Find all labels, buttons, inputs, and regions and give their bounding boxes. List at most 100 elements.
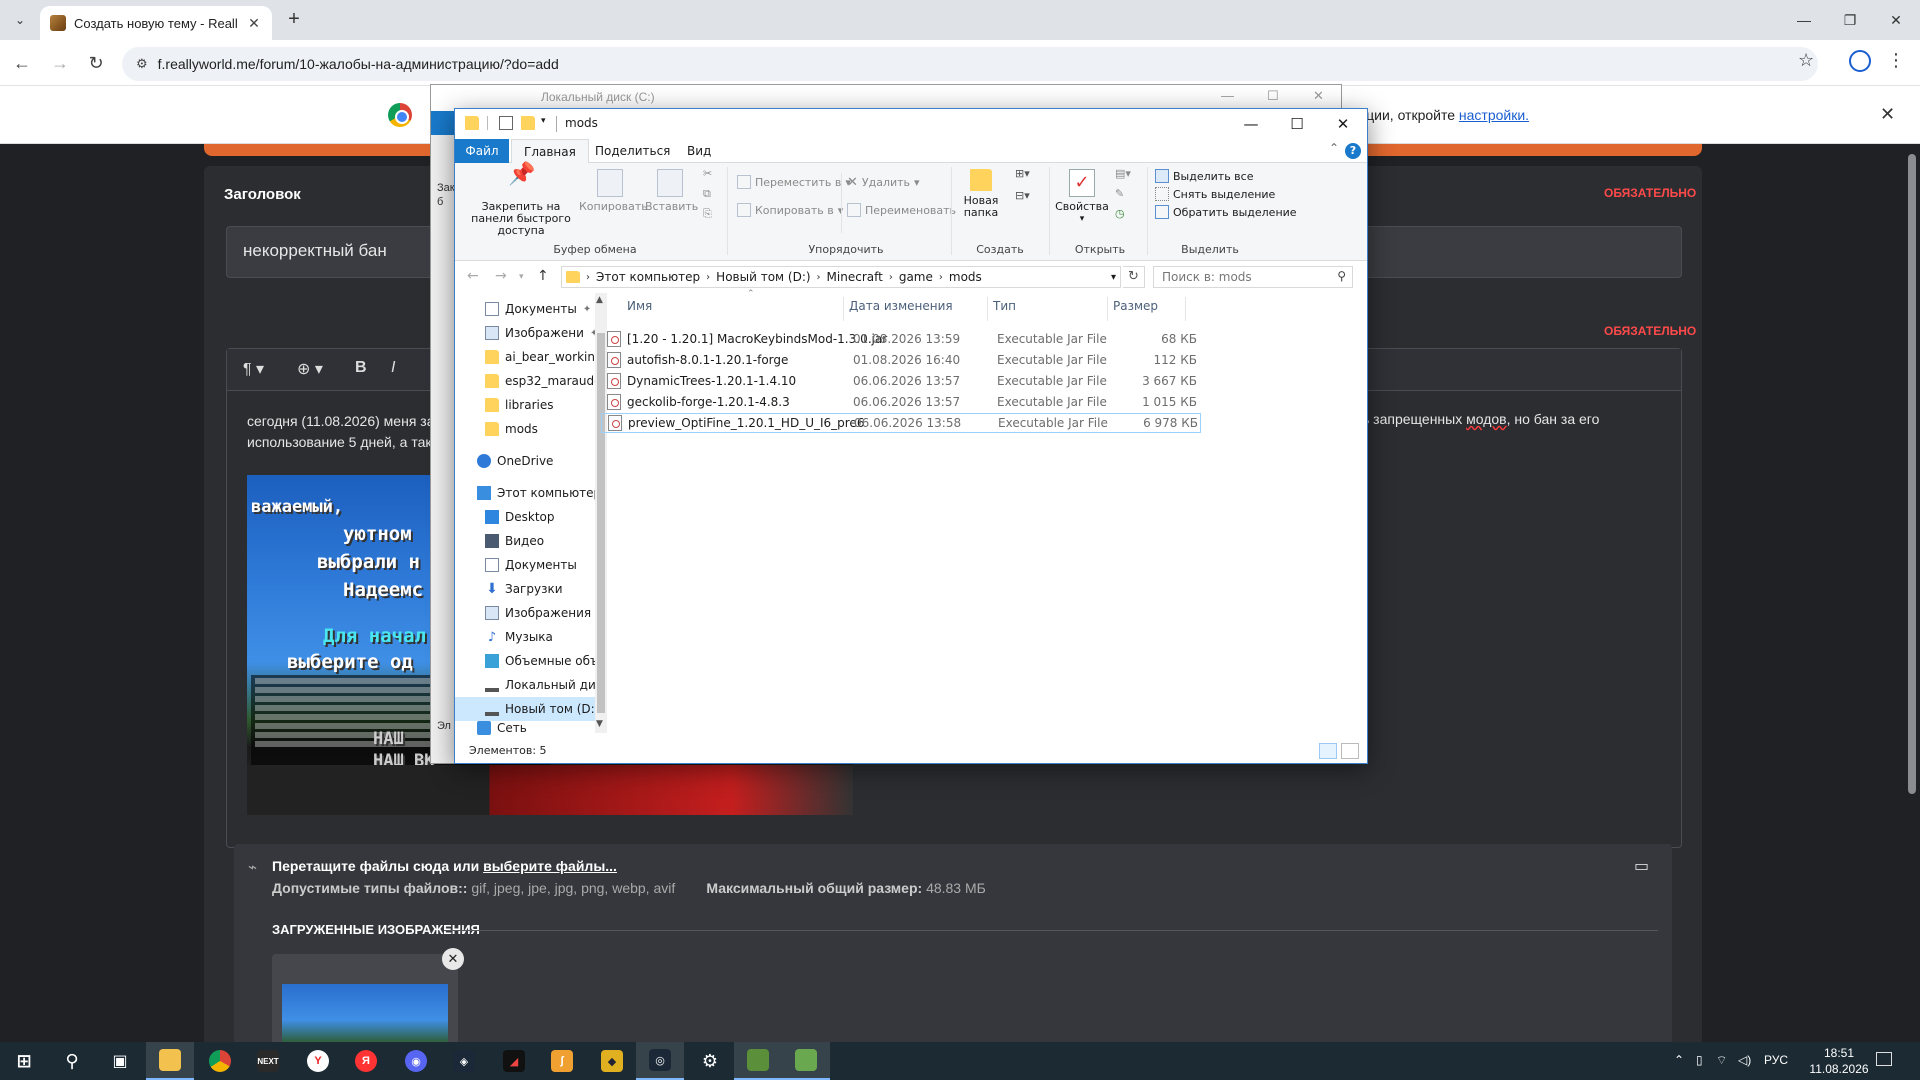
up-folder-icon[interactable]: ↑ (537, 268, 549, 284)
column-header-type[interactable]: Тип (993, 299, 1016, 313)
column-header-name[interactable]: Имя (627, 299, 652, 313)
taskbar-app[interactable]: ʃ (538, 1042, 586, 1080)
address-dropdown-icon[interactable]: ▾ (1111, 272, 1120, 283)
info-bar-settings-link[interactable]: настройки. (1459, 107, 1529, 123)
refresh-icon[interactable]: ↻ (1123, 266, 1145, 288)
taskbar-nekst[interactable]: NEXT (244, 1042, 292, 1080)
column-header-date[interactable]: Дата изменения (849, 299, 953, 313)
browser-tab-active[interactable]: Создать новую тему - ReallyW ✕ (40, 6, 272, 40)
nav-item-3d-objects[interactable]: Объемные объ (455, 649, 595, 673)
page-scrollbar[interactable] (1904, 144, 1920, 1042)
nav-item-new-volume-d[interactable]: Новый том (D:) (455, 697, 595, 721)
explorer-minimize-button[interactable]: — (1229, 113, 1273, 135)
nav-item-local-disk[interactable]: Локальный дис (455, 673, 595, 697)
nav-item-videos[interactable]: Видео (455, 529, 595, 553)
site-info-icon[interactable]: ⚙ (136, 56, 148, 72)
explorer-close-button[interactable]: ✕ (1321, 113, 1365, 135)
paste-shortcut-icon[interactable]: ⎘ (703, 207, 712, 221)
cut-icon[interactable]: ✂ (703, 167, 712, 180)
italic-icon[interactable]: I (391, 359, 395, 377)
breadcrumb-item[interactable]: game (899, 270, 933, 284)
tab-file[interactable]: Файл (455, 139, 509, 163)
info-bar-close-icon[interactable]: ✕ (1880, 104, 1895, 125)
taskbar-discord[interactable]: ◉ (392, 1042, 440, 1080)
edit-icon[interactable]: ✎ (1115, 187, 1124, 200)
select-all-button[interactable]: Выделить все (1155, 169, 1253, 183)
browser-menu-icon[interactable]: ⋮ (1887, 50, 1905, 71)
large-icons-view-icon[interactable] (1341, 743, 1359, 759)
start-button[interactable]: ⊞ (0, 1042, 48, 1080)
insert-plus-icon[interactable]: ⊕ ▾ (297, 359, 323, 379)
scroll-up-icon[interactable]: ▲ (596, 295, 603, 305)
nav-item-music[interactable]: ♪ Музыка (455, 625, 595, 649)
tab-share[interactable]: Поделиться (583, 139, 682, 163)
battery-icon[interactable]: ▯ (1696, 1053, 1703, 1067)
forward-button[interactable]: → (48, 51, 72, 75)
breadcrumb-item[interactable]: Minecraft (827, 270, 883, 284)
language-indicator[interactable]: РУС (1764, 1053, 1788, 1067)
task-view-button[interactable]: ▣ (96, 1042, 144, 1080)
file-upload-area[interactable]: ⌁ Перетащите файлы сюда или выберите фай… (234, 844, 1672, 1042)
breadcrumb-item[interactable]: Новый том (D:) (716, 270, 810, 284)
network-icon[interactable]: ⌔ (1716, 1053, 1727, 1068)
minimize-window-button[interactable]: — (1784, 8, 1824, 32)
notification-center-icon[interactable] (1876, 1052, 1892, 1066)
nav-item-folder[interactable]: ai_bear_working (455, 345, 595, 369)
scrollbar-thumb[interactable] (1908, 154, 1916, 794)
nav-item-downloads[interactable]: ⬇ Загрузки (455, 577, 595, 601)
recent-locations-icon[interactable]: ▾ (519, 272, 524, 282)
remove-image-icon[interactable]: ✕ (442, 948, 464, 970)
rename-button[interactable]: Переименовать (847, 203, 956, 217)
paste-button[interactable]: Вставить (645, 169, 698, 213)
column-header-size[interactable]: Размер (1113, 299, 1158, 313)
scroll-down-icon[interactable]: ▼ (596, 719, 603, 729)
reload-button[interactable]: ↻ (84, 51, 108, 75)
taskbar-yandex[interactable]: Я (342, 1042, 390, 1080)
background-close-icon[interactable]: ✕ (1313, 88, 1324, 104)
nav-item-pictures[interactable]: Изображения (455, 601, 595, 625)
back-button[interactable]: ← (10, 51, 34, 75)
profile-avatar-icon[interactable] (1849, 50, 1871, 72)
taskbar-steam-game[interactable]: ◈ (440, 1042, 488, 1080)
properties-button[interactable]: ✓ Свойства ▾ (1055, 169, 1109, 225)
search-button[interactable]: ⚲ (48, 1042, 96, 1080)
taskbar-explorer[interactable] (146, 1042, 194, 1080)
taskbar-minecraft-launcher[interactable] (782, 1042, 830, 1080)
explorer-window-mods[interactable]: ▾ mods — ☐ ✕ Файл Главная Поделиться Вид… (454, 108, 1368, 764)
copy-to-button[interactable]: Копировать в▾ (737, 203, 843, 217)
new-folder-quick-icon[interactable] (521, 116, 535, 130)
taskbar-app[interactable]: ◆ (588, 1042, 636, 1080)
new-item-icon[interactable]: ⊞▾ (1015, 167, 1030, 180)
taskbar-steam[interactable]: ◎ (636, 1042, 684, 1080)
breadcrumb-item[interactable]: mods (949, 270, 982, 284)
nav-item-folder[interactable]: mods (455, 417, 595, 441)
move-to-button[interactable]: Переместить в ▾ (737, 175, 851, 189)
taskbar-chrome[interactable] (196, 1042, 244, 1080)
easy-access-icon[interactable]: ⊟▾ (1015, 189, 1030, 202)
taskbar-minecraft[interactable] (734, 1042, 782, 1080)
uploaded-image-thumbnail[interactable]: ✕ (272, 948, 464, 1042)
nav-item-onedrive[interactable]: OneDrive (455, 449, 595, 473)
nav-item-desktop[interactable]: Desktop (455, 505, 595, 529)
taskbar-app[interactable]: ◢ (490, 1042, 538, 1080)
background-minimize-icon[interactable]: — (1221, 88, 1234, 103)
background-maximize-icon[interactable]: ☐ (1267, 88, 1279, 104)
close-tab-icon[interactable]: ✕ (246, 15, 262, 32)
explorer-back-icon[interactable]: ← (467, 268, 479, 284)
tab-home[interactable]: Главная (511, 139, 589, 163)
details-view-icon[interactable] (1319, 743, 1337, 759)
file-row[interactable]: [1.20 - 1.20.1] MacroKeybindsMod-1.3.0.j… (601, 329, 1201, 349)
tab-search-button[interactable]: ⌄ (8, 9, 32, 31)
taskbar-yandex-browser[interactable]: Y (294, 1042, 342, 1080)
paragraph-format-icon[interactable]: ¶ ▾ (243, 359, 264, 379)
new-folder-button[interactable]: Новая папка (955, 169, 1007, 219)
properties-quick-icon[interactable] (499, 116, 513, 130)
history-icon[interactable]: ◷ (1115, 207, 1125, 220)
file-row[interactable]: geckolib-forge-1.20.1-4.8.3 06.06.2026 1… (601, 392, 1201, 412)
file-row[interactable]: DynamicTrees-1.20.1-1.4.10 06.06.2026 13… (601, 371, 1201, 391)
tab-view[interactable]: Вид (675, 139, 723, 163)
new-tab-button[interactable]: + (282, 8, 306, 32)
close-window-button[interactable]: ✕ (1876, 8, 1916, 32)
nav-item-documents[interactable]: Документы (455, 553, 595, 577)
nav-item-this-pc[interactable]: Этот компьютер (455, 481, 595, 505)
